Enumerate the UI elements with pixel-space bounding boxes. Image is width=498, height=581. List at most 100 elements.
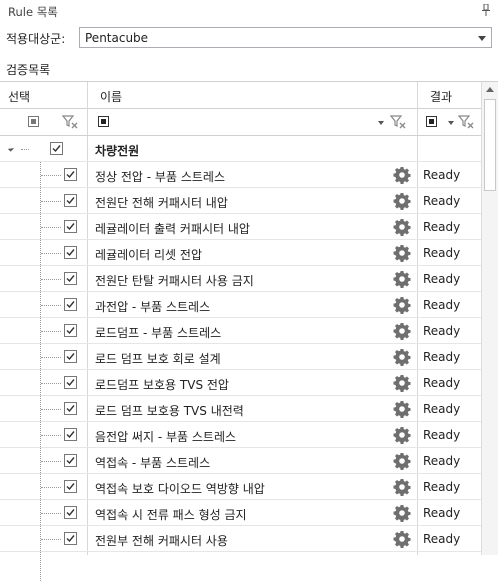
gear-icon[interactable] bbox=[393, 244, 411, 262]
group-row[interactable]: 차량전원 bbox=[0, 136, 481, 162]
gear-icon[interactable] bbox=[393, 426, 411, 444]
chevron-down-icon[interactable] bbox=[478, 36, 486, 41]
gear-icon[interactable] bbox=[393, 166, 411, 184]
rule-name: 음전압 써지 - 부품 스트레스 bbox=[95, 430, 237, 444]
rule-row[interactable]: 로드덤프 - 부품 스트레스 Ready bbox=[0, 318, 481, 344]
rule-name: 로드덤프 보호용 TVS 전압 bbox=[95, 378, 229, 392]
gear-icon[interactable] bbox=[393, 296, 411, 314]
tree-connector bbox=[41, 331, 61, 332]
tree-connector bbox=[41, 435, 61, 436]
rule-row[interactable]: 로드 덤프 보호용 TVS 내전력 Ready bbox=[0, 396, 481, 422]
rule-checkbox[interactable] bbox=[64, 454, 77, 467]
tree-connector bbox=[41, 279, 61, 280]
tree-connector bbox=[41, 513, 61, 514]
rule-checkbox[interactable] bbox=[64, 350, 77, 363]
rule-row[interactable]: 역접속 - 부품 스트레스 Ready bbox=[0, 448, 481, 474]
rule-checkbox[interactable] bbox=[64, 428, 77, 441]
target-group-select[interactable]: Pentacube bbox=[79, 27, 492, 48]
rule-checkbox[interactable] bbox=[64, 532, 77, 545]
panel-titlebar: Rule 목록 bbox=[0, 0, 498, 22]
rule-row[interactable]: 역접속 보호 다이오드 역방향 내압 Ready bbox=[0, 474, 481, 500]
rule-row[interactable]: 전원단 탄탈 커패시터 사용 금지 Ready bbox=[0, 266, 481, 292]
column-header-result[interactable]: 결과 bbox=[430, 88, 452, 105]
select-filter-box[interactable] bbox=[28, 116, 39, 127]
rule-result: Ready bbox=[423, 454, 461, 468]
gear-icon[interactable] bbox=[393, 504, 411, 522]
scrollbar-thumb[interactable] bbox=[484, 99, 496, 191]
rule-result: Ready bbox=[423, 194, 461, 208]
rule-row[interactable]: 전원단 전해 커패시터 내압 Ready bbox=[0, 188, 481, 214]
rule-name: 로드 덤프 보호용 TVS 내전력 bbox=[95, 404, 244, 418]
gear-icon[interactable] bbox=[393, 400, 411, 418]
rule-checkbox[interactable] bbox=[64, 324, 77, 337]
rule-name: 역접속 - 부품 스트레스 bbox=[95, 456, 211, 470]
rule-checkbox[interactable] bbox=[64, 220, 77, 233]
rule-checkbox[interactable] bbox=[64, 246, 77, 259]
tree-connector bbox=[41, 461, 61, 462]
tree-connector bbox=[41, 227, 61, 228]
target-group-label: 적용대상군: bbox=[6, 32, 66, 46]
gear-icon[interactable] bbox=[393, 530, 411, 548]
gear-icon[interactable] bbox=[393, 270, 411, 288]
rule-row[interactable]: 레귤레이터 출력 커패시터 내압 Ready bbox=[0, 214, 481, 240]
rule-row[interactable]: 로드덤프 보호용 TVS 전압 Ready bbox=[0, 370, 481, 396]
column-header-select[interactable]: 선택 bbox=[8, 88, 30, 105]
rule-row[interactable]: 정상 전압 - 부품 스트레스 Ready bbox=[0, 162, 481, 188]
rule-row[interactable]: 과전압 - 부품 스트레스 Ready bbox=[0, 292, 481, 318]
rule-name: 전원단 전해 커패시터 내압 bbox=[95, 196, 228, 210]
rule-row[interactable]: 역접속 시 전류 패스 형성 금지 Ready bbox=[0, 500, 481, 526]
rule-grid: 선택 이름 결과 차량전원 정상 전압 - 부품 스트레스 Ready 전원단 … bbox=[0, 81, 498, 581]
chevron-down-icon[interactable] bbox=[378, 121, 384, 125]
chevron-down-icon[interactable] bbox=[448, 121, 454, 125]
rule-result: Ready bbox=[423, 428, 461, 442]
tree-connector bbox=[21, 149, 29, 150]
clear-filter-icon[interactable] bbox=[458, 115, 474, 129]
target-group-value: Pentacube bbox=[85, 31, 149, 45]
vertical-scrollbar[interactable] bbox=[481, 82, 498, 555]
gear-icon[interactable] bbox=[393, 218, 411, 236]
rule-result: Ready bbox=[423, 480, 461, 494]
rule-checkbox[interactable] bbox=[64, 402, 77, 415]
rule-name: 로드덤프 - 부품 스트레스 bbox=[95, 326, 222, 340]
rule-row[interactable]: 음전압 써지 - 부품 스트레스 Ready bbox=[0, 422, 481, 448]
filter-row bbox=[0, 109, 481, 136]
collapse-arrow-icon[interactable] bbox=[7, 145, 15, 152]
clear-filter-icon[interactable] bbox=[62, 115, 78, 129]
name-filter-box[interactable] bbox=[98, 116, 109, 127]
rule-checkbox[interactable] bbox=[64, 168, 77, 181]
gear-icon[interactable] bbox=[393, 348, 411, 366]
grid-header: 선택 이름 결과 bbox=[0, 82, 481, 109]
rule-row[interactable]: 레귤레이터 리셋 전압 Ready bbox=[0, 240, 481, 266]
rule-row[interactable]: 로드 덤프 보호 회로 설계 Ready bbox=[0, 344, 481, 370]
rule-checkbox[interactable] bbox=[64, 376, 77, 389]
tree-connector bbox=[41, 201, 61, 202]
group-name: 차량전원 bbox=[95, 144, 140, 158]
gear-icon[interactable] bbox=[393, 452, 411, 470]
tree-connector bbox=[41, 487, 61, 488]
rule-name: 전원부 전해 커패시터 사용 bbox=[95, 534, 228, 548]
tree-connector bbox=[41, 383, 61, 384]
rule-name: 역접속 시 전류 패스 형성 금지 bbox=[95, 508, 247, 522]
rule-result: Ready bbox=[423, 506, 461, 520]
rule-name: 레귤레이터 출력 커패시터 내압 bbox=[95, 222, 250, 236]
scroll-up-icon[interactable] bbox=[486, 87, 494, 92]
rule-row[interactable]: 전원부 전해 커패시터 사용 Ready bbox=[0, 526, 481, 552]
pin-icon[interactable] bbox=[482, 4, 490, 16]
rule-checkbox[interactable] bbox=[64, 480, 77, 493]
rule-result: Ready bbox=[423, 272, 461, 286]
rule-checkbox[interactable] bbox=[64, 194, 77, 207]
gear-icon[interactable] bbox=[393, 192, 411, 210]
rule-checkbox[interactable] bbox=[64, 272, 77, 285]
rule-result: Ready bbox=[423, 532, 461, 546]
gear-icon[interactable] bbox=[393, 478, 411, 496]
result-filter-box[interactable] bbox=[426, 116, 437, 127]
rule-checkbox[interactable] bbox=[64, 298, 77, 311]
group-checkbox[interactable] bbox=[50, 142, 63, 155]
rule-checkbox[interactable] bbox=[64, 506, 77, 519]
clear-filter-icon[interactable] bbox=[390, 115, 406, 129]
gear-icon[interactable] bbox=[393, 374, 411, 392]
tree-connector bbox=[41, 305, 61, 306]
gear-icon[interactable] bbox=[393, 322, 411, 340]
column-header-name[interactable]: 이름 bbox=[100, 88, 122, 105]
tree-connector bbox=[41, 409, 61, 410]
